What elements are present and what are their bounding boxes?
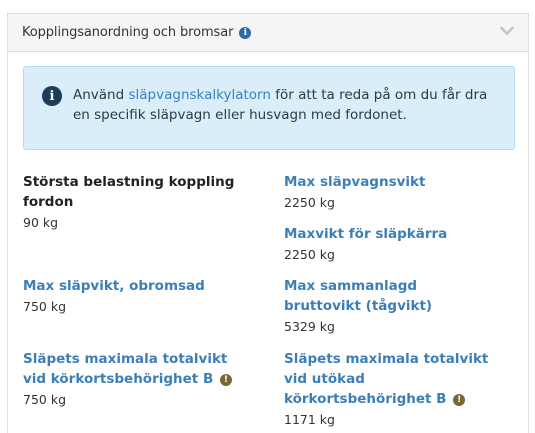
field-label: Största belastning koppling fordon bbox=[23, 174, 235, 210]
field-value: 5329 kg bbox=[284, 319, 335, 334]
field-label[interactable]: Max släpvagnsvikt bbox=[284, 172, 514, 192]
info-icon[interactable]: i bbox=[239, 26, 252, 39]
coupling-panel: Kopplingsanordning och bromsar i i Använ… bbox=[7, 13, 529, 433]
alert-prefix: Använd bbox=[73, 87, 129, 103]
field-value: 1171 kg bbox=[284, 412, 335, 427]
field-value: 750 kg bbox=[23, 299, 67, 314]
info-icon: i bbox=[42, 86, 62, 106]
field-max-unbraked: Max släpvikt, obromsad 750 kg bbox=[23, 276, 253, 317]
panel-title: Kopplingsanordning och bromsar bbox=[22, 25, 234, 40]
field-label[interactable]: Släpets maximala totalvikt vid utökad kö… bbox=[284, 349, 509, 409]
field-value: 90 kg bbox=[23, 215, 59, 230]
field-trailer-b-ext: Släpets maximala totalvikt vid utökad kö… bbox=[284, 349, 509, 430]
field-label-text[interactable]: Släpets maximala totalvikt vid körkortsb… bbox=[23, 351, 227, 387]
field-label[interactable]: Max släpvikt, obromsad bbox=[23, 276, 253, 296]
warning-icon[interactable]: ! bbox=[219, 374, 232, 386]
field-value: 2250 kg bbox=[284, 195, 335, 210]
field-value: 750 kg bbox=[23, 392, 67, 407]
field-label[interactable]: Max sammanlagd bruttovikt (tågvikt) bbox=[284, 276, 494, 316]
field-max-combined: Max sammanlagd bruttovikt (tågvikt) 5329… bbox=[284, 276, 494, 337]
field-value: 2250 kg bbox=[284, 247, 335, 262]
field-label[interactable]: Släpets maximala totalvikt vid körkortsb… bbox=[23, 349, 248, 389]
field-label[interactable]: Maxvikt för släpkärra bbox=[284, 224, 514, 244]
info-alert: i Använd släpvagnskalkylatorn för att ta… bbox=[23, 66, 515, 150]
panel-header[interactable]: Kopplingsanordning och bromsar i bbox=[8, 14, 528, 52]
field-max-trailer-weight: Max släpvagnsvikt 2250 kg bbox=[284, 172, 514, 213]
alert-text: Använd släpvagnskalkylatorn för att ta r… bbox=[73, 85, 493, 125]
chevron-down-icon[interactable] bbox=[500, 26, 514, 36]
field-trailer-b: Släpets maximala totalvikt vid körkortsb… bbox=[23, 349, 248, 410]
field-max-weight-cart: Maxvikt för släpkärra 2250 kg bbox=[284, 224, 514, 265]
field-coupling-load: Största belastning koppling fordon 90 kg bbox=[23, 172, 243, 233]
warning-icon[interactable]: ! bbox=[453, 394, 466, 406]
trailer-calculator-link[interactable]: släpvagnskalkylatorn bbox=[128, 87, 270, 103]
